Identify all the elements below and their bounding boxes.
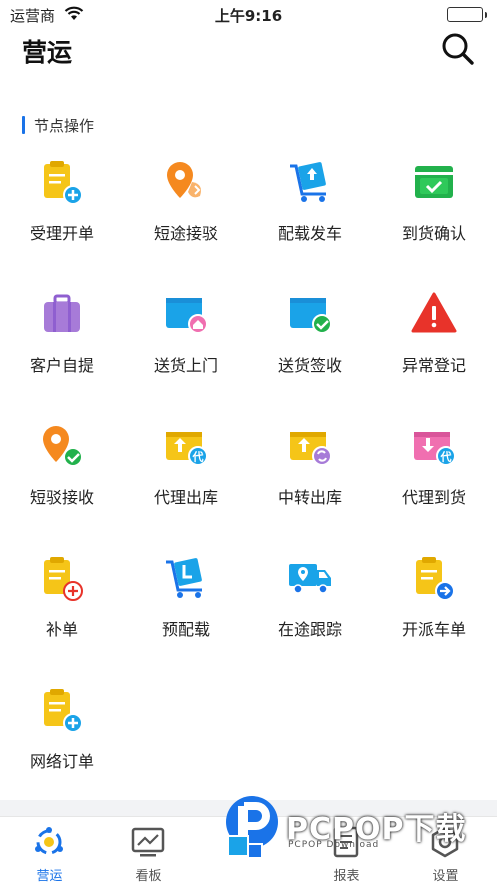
grid-item-label: 代理到货 bbox=[401, 488, 466, 507]
status-bar: 运营商 上午9:16 bbox=[0, 0, 497, 28]
grid-item-transit-tracking[interactable]: 在途跟踪 bbox=[248, 548, 372, 658]
grid-item-agent-outbound[interactable]: 代 代理出库 bbox=[124, 416, 248, 526]
inbox-check-icon bbox=[410, 158, 458, 206]
tab-operations[interactable]: 营运 bbox=[0, 817, 99, 883]
clipboard-plus-icon bbox=[38, 554, 86, 602]
center-icon bbox=[229, 825, 265, 859]
truck-location-icon bbox=[286, 554, 334, 602]
luggage-icon bbox=[38, 290, 86, 338]
tab-label: 报表 bbox=[333, 869, 360, 883]
grid-item-home-delivery[interactable]: 送货上门 bbox=[124, 284, 248, 394]
grid-item-network-order[interactable]: 网络订单 bbox=[0, 680, 124, 790]
nav-bar: 营运 bbox=[0, 28, 497, 72]
location-transfer-icon bbox=[162, 158, 210, 206]
grid-item-delivery-sign[interactable]: 送货签收 bbox=[248, 284, 372, 394]
tab-label: 设置 bbox=[432, 869, 459, 883]
section-title: 节点操作 bbox=[34, 116, 95, 135]
tab-settings[interactable]: 设置 bbox=[396, 817, 495, 883]
grid-item-label: 网络订单 bbox=[29, 752, 94, 771]
box-transfer-icon bbox=[286, 422, 334, 470]
grid-item-label: 异常登记 bbox=[401, 356, 466, 375]
svg-text:代: 代 bbox=[440, 450, 452, 464]
settings-icon bbox=[427, 825, 463, 859]
clipboard-network-icon bbox=[38, 686, 86, 734]
grid-item-pre-load[interactable]: 预配载 bbox=[124, 548, 248, 658]
grid-item-dispatch-order[interactable]: 开派车单 bbox=[372, 548, 496, 658]
cart-upload-icon bbox=[286, 158, 334, 206]
location-check-icon bbox=[38, 422, 86, 470]
tab-label: 看板 bbox=[135, 869, 162, 883]
tab-report[interactable]: 报表 bbox=[297, 817, 396, 883]
battery-icon bbox=[447, 7, 487, 22]
grid-item-label: 代理出库 bbox=[153, 488, 218, 507]
grid-item-label: 配载发车 bbox=[277, 224, 342, 243]
grid-item-label: 送货签收 bbox=[277, 356, 342, 375]
clipboard-add-icon bbox=[38, 158, 86, 206]
grid-item-label: 送货上门 bbox=[153, 356, 218, 375]
folder-check-icon bbox=[286, 290, 334, 338]
section-accent-bar bbox=[22, 116, 25, 134]
grid-item-label: 开派车单 bbox=[401, 620, 466, 639]
grid-item-customer-pickup[interactable]: 客户自提 bbox=[0, 284, 124, 394]
grid-item-label: 补单 bbox=[45, 620, 78, 639]
operations-icon bbox=[31, 825, 67, 859]
tab-center[interactable] bbox=[198, 817, 297, 883]
grid-item-label: 在途跟踪 bbox=[277, 620, 342, 639]
report-icon bbox=[328, 825, 364, 859]
tab-bar: 营运 看板 报表 设置 bbox=[0, 816, 497, 883]
grid-item-short-transfer[interactable]: 短途接驳 bbox=[124, 152, 248, 262]
search-icon[interactable] bbox=[439, 30, 477, 68]
grid-item-exception-register[interactable]: 异常登记 bbox=[372, 284, 496, 394]
cart-load-icon bbox=[162, 554, 210, 602]
section-header: 节点操作 bbox=[22, 115, 94, 135]
svg-text:代: 代 bbox=[192, 450, 204, 464]
warning-icon bbox=[410, 290, 458, 338]
grid-item-label: 受理开单 bbox=[29, 224, 94, 243]
clock: 上午9:16 bbox=[214, 7, 283, 25]
box-out-agent-icon: 代 bbox=[162, 422, 210, 470]
grid-item-agent-arrival[interactable]: 代 代理到货 bbox=[372, 416, 496, 526]
grid-item-label: 到货确认 bbox=[401, 224, 466, 243]
clipboard-dispatch-icon bbox=[410, 554, 458, 602]
grid-item-label: 预配载 bbox=[161, 620, 210, 639]
grid-item-label: 短驳接收 bbox=[29, 488, 94, 507]
grid-item-label: 客户自提 bbox=[29, 356, 94, 375]
grid-item-load-depart[interactable]: 配载发车 bbox=[248, 152, 372, 262]
grid-item-arrival-confirm[interactable]: 到货确认 bbox=[372, 152, 496, 262]
tab-label: 营运 bbox=[36, 869, 63, 883]
dashboard-icon bbox=[130, 825, 166, 859]
grid-item-supplement-order[interactable]: 补单 bbox=[0, 548, 124, 658]
grid-item-label: 中转出库 bbox=[277, 488, 342, 507]
grid-item-short-receive[interactable]: 短驳接收 bbox=[0, 416, 124, 526]
grid-item-transfer-outbound[interactable]: 中转出库 bbox=[248, 416, 372, 526]
grid-item-accept-order[interactable]: 受理开单 bbox=[0, 152, 124, 262]
box-in-agent-icon: 代 bbox=[410, 422, 458, 470]
folder-home-icon bbox=[162, 290, 210, 338]
grid-item-label: 短途接驳 bbox=[153, 224, 218, 243]
tab-dashboard[interactable]: 看板 bbox=[99, 817, 198, 883]
page-title: 营运 bbox=[22, 38, 73, 67]
content-divider bbox=[0, 800, 497, 816]
